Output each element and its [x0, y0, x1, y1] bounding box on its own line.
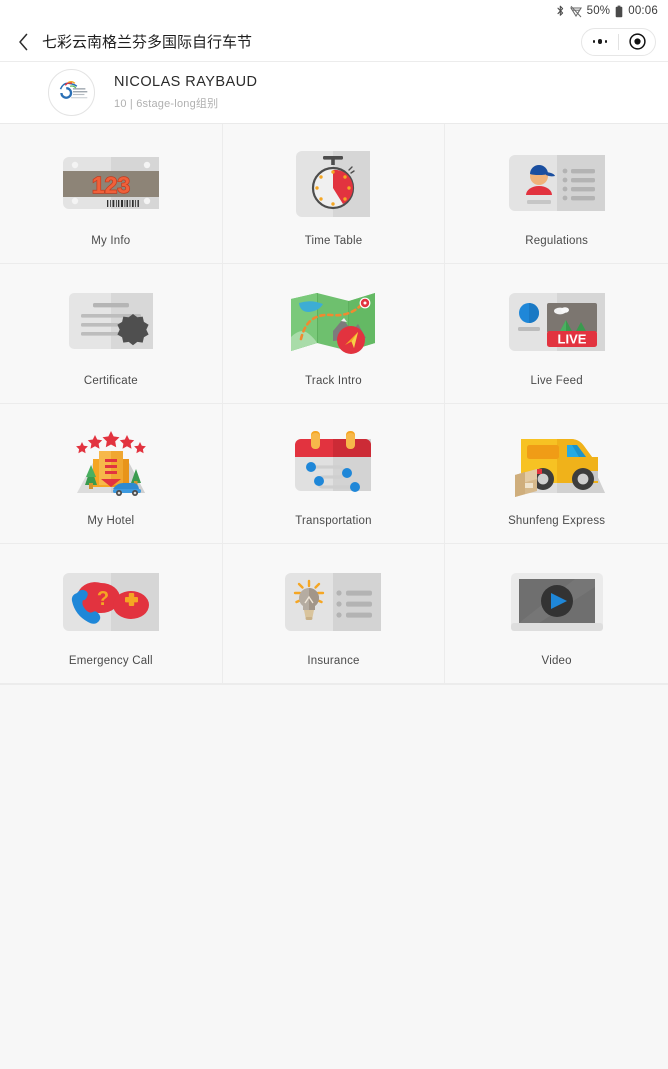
live-broadcast-icon: LIVE — [501, 281, 613, 363]
svg-text:LIVE: LIVE — [557, 331, 586, 346]
calendar-schedule-icon — [277, 421, 389, 503]
grid-item-shunfeng-express[interactable]: Shunfeng Express — [445, 404, 668, 544]
profile-text: NICOLAS RAYBAUD 10 | 6stage-long组别 — [114, 74, 257, 111]
back-button[interactable] — [10, 27, 36, 57]
more-options-button[interactable] — [582, 29, 618, 55]
battery-icon — [615, 5, 623, 18]
grid-item-label: Transportation — [295, 514, 372, 527]
certificate-seal-icon — [55, 281, 167, 363]
app-screen: 50% 00:06 七彩云南格兰芬多国际自行车节 NICOLAS RAYBAUD… — [0, 0, 668, 1069]
grid-item-certificate[interactable]: Certificate — [0, 264, 223, 404]
target-circle-icon — [628, 33, 646, 50]
bluetooth-icon — [556, 5, 565, 18]
profile-subtitle: 10 | 6stage-long组别 — [114, 98, 219, 110]
grid-item-label: Live Feed — [530, 374, 583, 387]
svg-text:123: 123 — [92, 172, 130, 198]
header-action-group — [581, 27, 656, 56]
grid-item-my-info[interactable]: 123 My Info — [0, 124, 223, 264]
grid-item-label: Time Table — [304, 234, 363, 247]
race-bib-icon: 123 — [55, 141, 167, 223]
close-target-button[interactable] — [619, 29, 655, 55]
grid-item-label: Certificate — [83, 374, 138, 387]
video-play-icon — [501, 561, 613, 643]
grid-item-label: Emergency Call — [68, 654, 153, 667]
avatar — [48, 69, 95, 116]
lightbulb-list-icon — [277, 561, 389, 643]
event-logo-avatar — [49, 70, 94, 115]
stopwatch-icon — [277, 141, 389, 223]
folded-map-navigation-icon — [277, 281, 389, 363]
more-dots-icon — [592, 39, 608, 44]
grid-item-label: My Hotel — [87, 514, 135, 527]
clock-time: 00:06 — [628, 5, 658, 17]
grid-item-time-table[interactable]: Time Table — [222, 124, 446, 264]
id-card-person-icon — [501, 141, 613, 223]
grid-item-label: Insurance — [307, 654, 360, 667]
grid-item-emergency-call[interactable]: ? Emergency Call — [0, 544, 223, 684]
battery-percent: 50% — [586, 5, 611, 17]
grid-item-live-feed[interactable]: LIVE Live Feed — [445, 264, 668, 404]
page-title: 七彩云南格兰芬多国际自行车节 — [42, 34, 253, 51]
grid-item-label: Regulations — [525, 234, 589, 247]
emergency-phone-icon: ? — [55, 561, 167, 643]
grid-item-video[interactable]: Video — [445, 544, 668, 684]
hotel-stars-icon — [55, 421, 167, 503]
status-bar: 50% 00:06 — [0, 0, 668, 22]
chevron-left-icon — [18, 33, 29, 51]
grid-item-insurance[interactable]: Insurance — [222, 544, 446, 684]
delivery-van-icon — [501, 421, 613, 503]
svg-text:?: ? — [97, 588, 109, 610]
grid-item-label: Shunfeng Express — [508, 514, 606, 527]
grid-item-transportation[interactable]: Transportation — [222, 404, 446, 544]
feature-grid: 123 My Info Time Table Regulations Certi… — [0, 124, 668, 685]
grid-item-my-hotel[interactable]: My Hotel — [0, 404, 223, 544]
grid-item-label: Video — [541, 654, 572, 667]
wifi-off-icon — [569, 5, 582, 18]
grid-item-label: Track Intro — [305, 374, 362, 387]
grid-item-track-intro[interactable]: Track Intro — [222, 264, 446, 404]
profile-bar[interactable]: NICOLAS RAYBAUD 10 | 6stage-long组别 — [0, 62, 668, 124]
grid-item-regulations[interactable]: Regulations — [445, 124, 668, 264]
profile-name: NICOLAS RAYBAUD — [114, 74, 258, 90]
grid-item-label: My Info — [91, 234, 131, 247]
app-header: 七彩云南格兰芬多国际自行车节 — [0, 22, 668, 62]
